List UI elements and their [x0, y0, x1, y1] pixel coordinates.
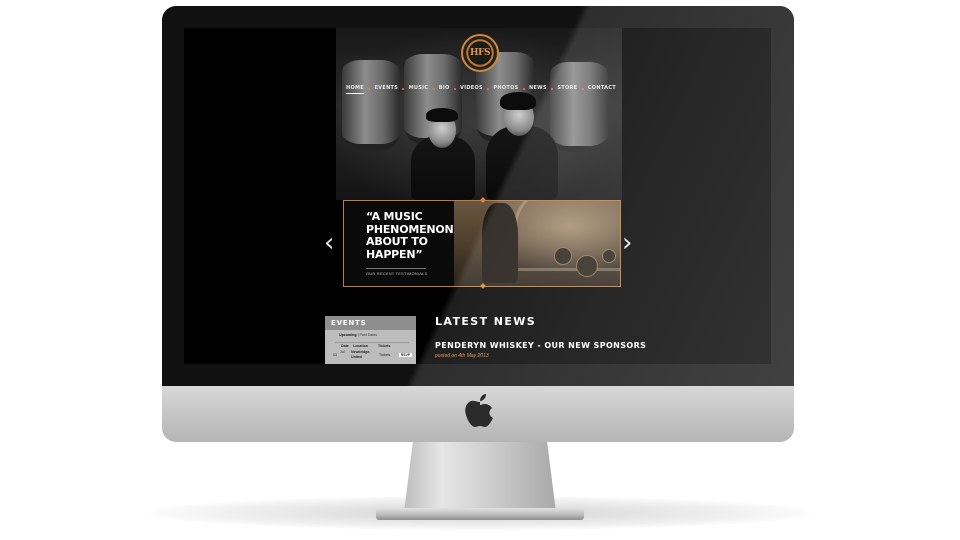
nav-separator-icon — [487, 88, 490, 90]
slide-photo — [454, 201, 620, 286]
drum-image — [576, 255, 598, 277]
chevron-right-icon[interactable]: › — [622, 230, 632, 256]
latest-news-heading: LATEST NEWS — [435, 315, 537, 328]
nav-music[interactable]: MUSIC — [409, 85, 429, 93]
guitarist-image — [482, 203, 518, 283]
events-panel: EVENTS Upcoming | Past Dates Date Locati… — [325, 316, 416, 364]
rsvp-button[interactable]: RSVP — [398, 353, 412, 357]
column-date: Date — [341, 344, 349, 348]
nav-separator-icon — [522, 88, 525, 90]
nav-separator-icon — [402, 88, 405, 90]
imac-stand-base — [376, 508, 584, 520]
events-title: EVENTS — [325, 316, 416, 330]
nav-contact[interactable]: CONTACT — [588, 85, 616, 93]
tab-past-dates[interactable]: Past Dates — [360, 333, 378, 337]
main-nav: HOME EVENTS MUSIC BIO VIDEOS PHOTOS NEWS… — [346, 83, 616, 95]
drum-image — [602, 249, 616, 263]
event-date: 03 — [333, 353, 337, 357]
nav-separator-icon — [432, 88, 435, 90]
nav-store[interactable]: STORE — [557, 85, 577, 93]
news-item-title[interactable]: PENDERYN WHISKEY - OUR NEW SPONSORS — [435, 341, 646, 350]
nav-news[interactable]: NEWS — [529, 85, 547, 93]
nav-home[interactable]: HOME — [346, 85, 365, 94]
apple-logo-icon — [465, 394, 493, 427]
event-location-2: United — [351, 355, 363, 359]
nav-separator-icon — [368, 88, 371, 90]
band-member-hair — [426, 108, 458, 122]
drum-image — [554, 247, 572, 265]
band-member-image — [486, 126, 558, 200]
column-location: Location — [353, 344, 368, 348]
nav-separator-icon — [551, 88, 554, 90]
event-month: Jul — [340, 350, 345, 354]
event-tickets-link[interactable]: Tickets — [379, 353, 390, 357]
events-table-header: Date Location Tickets — [335, 342, 409, 348]
nav-separator-icon — [453, 88, 456, 90]
news-item-date: posted on 4th May 2013 — [435, 353, 489, 359]
chevron-left-icon[interactable]: ‹ — [324, 230, 334, 256]
testimonial-quote: “A MUSIC PHENOMENON ABOUT TO HAPPEN” — [366, 210, 454, 261]
tab-upcoming[interactable]: Upcoming — [339, 333, 357, 337]
logo-text: HFS — [470, 48, 490, 58]
divider — [366, 268, 426, 269]
nav-photos[interactable]: PHOTOS — [493, 85, 518, 93]
slide-text-panel: “A MUSIC PHENOMENON ABOUT TO HAPPEN” OUR… — [344, 201, 454, 286]
column-tickets: Tickets — [378, 344, 391, 348]
testimonial-slider: “A MUSIC PHENOMENON ABOUT TO HAPPEN” OUR… — [343, 197, 621, 289]
barrel-image — [550, 58, 608, 152]
events-tabs: Upcoming | Past Dates — [339, 333, 377, 337]
nav-events[interactable]: EVENTS — [374, 85, 398, 93]
event-location: Newbridge, — [351, 350, 371, 354]
barrel-image — [342, 56, 400, 150]
nav-separator-icon — [581, 88, 584, 90]
website-screen: HFS HOME EVENTS MUSIC BIO VIDEOS PHOTOS … — [184, 28, 771, 364]
nav-videos[interactable]: VIDEOS — [460, 85, 483, 93]
testimonial-label: OUR RECENT TESTIMONIALS — [366, 271, 428, 276]
imac-stand — [404, 440, 556, 512]
site-logo[interactable]: HFS — [461, 34, 499, 72]
nav-bio[interactable]: BIO — [439, 85, 450, 93]
